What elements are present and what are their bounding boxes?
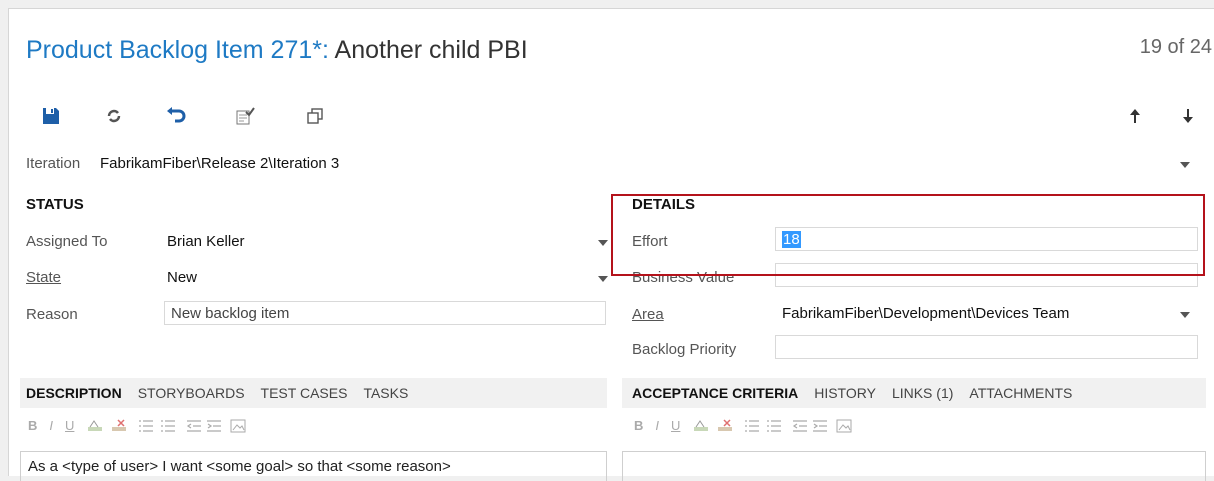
iteration-dropdown-arrow[interactable] [1180, 162, 1190, 168]
tab-acceptance-criteria[interactable]: ACCEPTANCE CRITERIA [632, 385, 798, 401]
assigned-to-dropdown-arrow[interactable] [598, 240, 608, 246]
state-label: State [26, 269, 62, 286]
title-prefix: Product Backlog Item 271*: [26, 36, 335, 64]
assigned-to-field[interactable]: Brian Keller [160, 229, 606, 253]
save-icon [43, 108, 59, 124]
tab-tasks[interactable]: TASKS [363, 385, 408, 401]
description-editor[interactable]: As a <type of user> I want <some goal> s… [20, 451, 607, 481]
undo-button[interactable] [164, 104, 188, 128]
arrow-down-icon [1183, 109, 1193, 123]
italic-button[interactable]: I [655, 418, 659, 433]
reason-label: Reason [26, 306, 78, 323]
acceptance-format-bar: B I U [634, 418, 852, 433]
insert-image-icon[interactable] [836, 419, 852, 433]
iteration-label: Iteration [26, 155, 81, 172]
copy-icon [307, 108, 323, 124]
numbered-list-icon[interactable] [160, 419, 176, 433]
area-dropdown-arrow[interactable] [1180, 312, 1190, 318]
title-name: Another child PBI [334, 36, 528, 64]
decrease-indent-icon[interactable] [186, 419, 202, 433]
underline-button[interactable]: U [65, 418, 74, 433]
assigned-to-label: Assigned To [26, 233, 108, 250]
next-item-button[interactable] [1176, 104, 1200, 128]
right-tab-strip: ACCEPTANCE CRITERIA HISTORY LINKS (1) AT… [622, 378, 1206, 408]
paging-indicator: 19 of 24 [1139, 36, 1212, 58]
numbered-list-icon[interactable] [766, 419, 782, 433]
tab-history[interactable]: HISTORY [814, 385, 876, 401]
description-format-bar: B I U [28, 418, 246, 433]
refresh-button[interactable] [102, 104, 126, 128]
arrow-up-icon [1130, 109, 1140, 123]
insert-image-icon[interactable] [230, 419, 246, 433]
area-field[interactable]: FabrikamFiber\Development\Devices Team [775, 301, 1175, 325]
query-button[interactable] [233, 104, 257, 128]
bullet-list-icon[interactable] [744, 419, 760, 433]
tab-links[interactable]: LINKS (1) [892, 385, 953, 401]
area-label: Area [632, 306, 664, 323]
backlog-priority-label: Backlog Priority [632, 341, 737, 358]
page-title: Product Backlog Item 271*: Another child… [26, 36, 528, 65]
state-dropdown-arrow[interactable] [598, 276, 608, 282]
tab-storyboards[interactable]: STORYBOARDS [138, 385, 245, 401]
clear-format-icon[interactable] [716, 418, 734, 433]
backlog-priority-field[interactable] [775, 335, 1198, 359]
tab-test-cases[interactable]: TEST CASES [261, 385, 348, 401]
copy-button[interactable] [303, 104, 327, 128]
underline-button[interactable]: U [671, 418, 680, 433]
save-button[interactable] [39, 104, 63, 128]
state-field[interactable]: New [160, 265, 606, 289]
status-heading: STATUS [26, 196, 84, 213]
query-icon [236, 107, 255, 125]
reason-field[interactable]: New backlog item [164, 301, 606, 325]
tab-attachments[interactable]: ATTACHMENTS [969, 385, 1072, 401]
iteration-field[interactable]: FabrikamFiber\Release 2\Iteration 3 [93, 151, 1173, 175]
previous-item-button[interactable] [1123, 104, 1147, 128]
bullet-list-icon[interactable] [138, 419, 154, 433]
refresh-icon [107, 109, 121, 123]
left-tab-strip: DESCRIPTION STORYBOARDS TEST CASES TASKS [20, 378, 607, 408]
decrease-indent-icon[interactable] [792, 419, 808, 433]
increase-indent-icon[interactable] [812, 419, 828, 433]
details-highlight-box [611, 194, 1205, 276]
increase-indent-icon[interactable] [206, 419, 222, 433]
tab-description[interactable]: DESCRIPTION [26, 385, 122, 401]
clear-format-icon[interactable] [110, 418, 128, 433]
acceptance-criteria-editor[interactable] [622, 451, 1206, 481]
italic-button[interactable]: I [49, 418, 53, 433]
bold-button[interactable]: B [634, 418, 643, 433]
undo-icon [167, 107, 186, 123]
highlight-icon[interactable] [692, 419, 710, 433]
highlight-icon[interactable] [86, 419, 104, 433]
bold-button[interactable]: B [28, 418, 37, 433]
